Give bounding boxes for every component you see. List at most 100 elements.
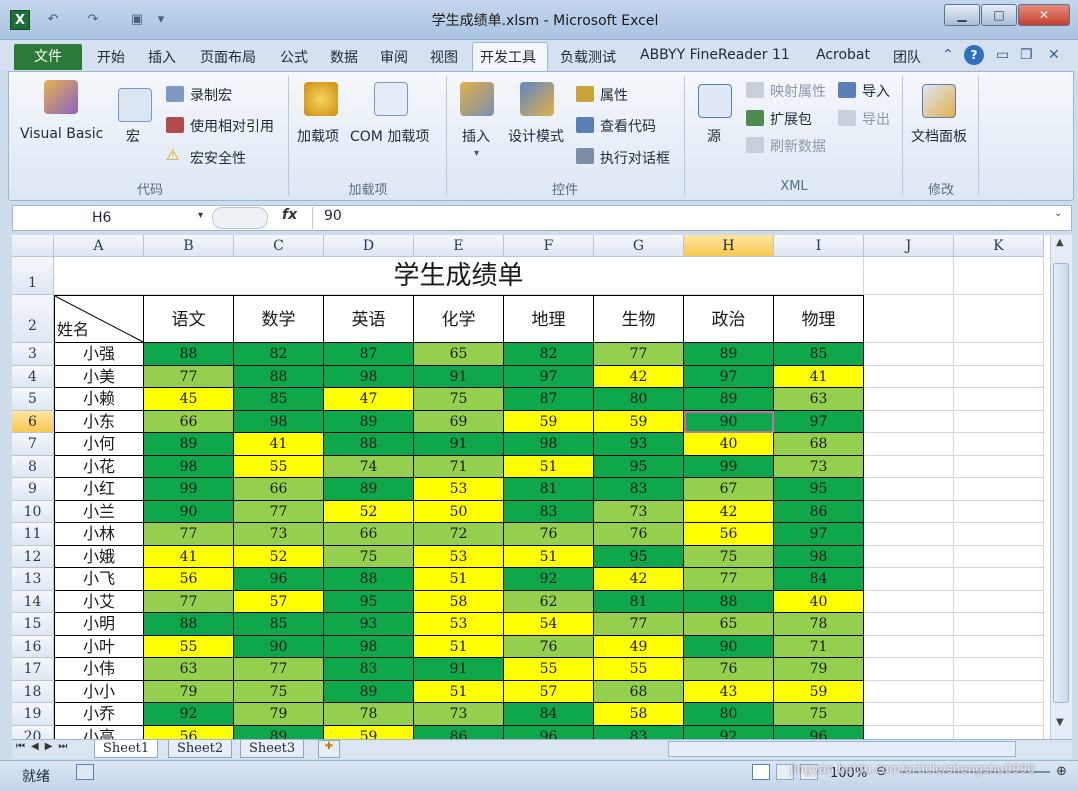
score-cell[interactable]: 80	[684, 703, 774, 726]
score-cell[interactable]: 81	[594, 590, 684, 613]
com-addins-button[interactable]: COM 加载项	[350, 126, 429, 146]
score-cell[interactable]: 81	[504, 478, 594, 501]
score-cell[interactable]: 66	[324, 523, 414, 546]
score-cell[interactable]: 55	[594, 658, 684, 681]
row-header-2[interactable]: 2	[12, 295, 54, 343]
grid-cell[interactable]	[864, 455, 954, 478]
row-header-6[interactable]: 6	[12, 410, 54, 433]
score-cell[interactable]: 56	[144, 725, 234, 739]
sheet-title[interactable]: 学生成绩单	[54, 257, 864, 295]
row-header-7[interactable]: 7	[12, 433, 54, 456]
score-cell[interactable]: 83	[594, 725, 684, 739]
score-cell[interactable]: 53	[414, 478, 504, 501]
grid-cell[interactable]	[864, 295, 954, 343]
score-cell[interactable]: 67	[684, 478, 774, 501]
score-cell[interactable]: 77	[144, 365, 234, 388]
score-cell[interactable]: 75	[234, 680, 324, 703]
sheet-tab-3[interactable]: Sheet3	[240, 740, 305, 758]
grid-cell[interactable]	[864, 725, 954, 739]
score-cell[interactable]: 77	[234, 500, 324, 523]
grid-cell[interactable]	[864, 500, 954, 523]
score-cell[interactable]: 50	[414, 500, 504, 523]
score-cell[interactable]: 40	[774, 590, 864, 613]
maximize-button[interactable]: □	[981, 4, 1017, 26]
tab-acrobat[interactable]: Acrobat	[816, 47, 870, 63]
score-cell[interactable]: 99	[144, 478, 234, 501]
column-header-g[interactable]: G	[594, 235, 684, 257]
subject-header[interactable]: 英语	[324, 295, 414, 343]
score-cell[interactable]: 52	[324, 500, 414, 523]
score-cell[interactable]: 59	[774, 680, 864, 703]
score-cell[interactable]: 77	[684, 568, 774, 591]
grid-cell[interactable]	[864, 410, 954, 433]
grid-cell[interactable]	[954, 613, 1044, 636]
column-header-h[interactable]: H	[684, 235, 774, 257]
score-cell[interactable]: 86	[774, 500, 864, 523]
undo-icon[interactable]: ↶	[44, 12, 62, 28]
sheet-nav-icons[interactable]: ⏮◀▶⏭	[16, 741, 73, 752]
score-cell[interactable]: 58	[414, 590, 504, 613]
score-cell[interactable]: 53	[414, 613, 504, 636]
doc-close-icon[interactable]: ✕	[1048, 47, 1060, 63]
name-header-cell[interactable]: 姓名	[54, 295, 145, 344]
score-cell[interactable]: 83	[594, 478, 684, 501]
export-button[interactable]: 导出	[862, 109, 890, 129]
score-cell[interactable]: 78	[774, 613, 864, 636]
column-header-j[interactable]: J	[864, 235, 954, 257]
student-name[interactable]: 小何	[54, 433, 144, 456]
score-cell[interactable]: 95	[594, 545, 684, 568]
grid-cell[interactable]	[954, 725, 1044, 739]
score-cell[interactable]: 56	[144, 568, 234, 591]
score-cell[interactable]: 75	[324, 545, 414, 568]
score-cell[interactable]: 77	[144, 523, 234, 546]
grid-cell[interactable]	[864, 478, 954, 501]
score-cell[interactable]: 89	[324, 680, 414, 703]
score-cell[interactable]: 89	[684, 388, 774, 411]
student-name[interactable]: 小赖	[54, 388, 144, 411]
name-box[interactable]: H6	[14, 207, 210, 229]
score-cell[interactable]: 77	[234, 658, 324, 681]
grid-cell[interactable]	[864, 343, 954, 366]
score-cell[interactable]: 85	[234, 613, 324, 636]
import-button[interactable]: 导入	[862, 81, 890, 101]
subject-header[interactable]: 物理	[774, 295, 864, 343]
row-header-8[interactable]: 8	[12, 455, 54, 478]
score-cell[interactable]: 91	[414, 658, 504, 681]
score-cell[interactable]: 42	[684, 500, 774, 523]
score-cell[interactable]: 89	[234, 725, 324, 739]
score-cell[interactable]: 76	[594, 523, 684, 546]
score-cell[interactable]: 69	[414, 410, 504, 433]
row-header-3[interactable]: 3	[12, 343, 54, 366]
row-header-10[interactable]: 10	[12, 500, 54, 523]
student-name[interactable]: 小小	[54, 680, 144, 703]
tab-load-test[interactable]: 负载测试	[560, 47, 616, 67]
score-cell[interactable]: 71	[774, 635, 864, 658]
tab-team[interactable]: 团队	[893, 47, 921, 67]
score-cell[interactable]: 57	[504, 680, 594, 703]
grid-cell[interactable]	[864, 613, 954, 636]
active-cell[interactable]: 90	[684, 410, 774, 433]
scroll-thumb[interactable]	[1053, 263, 1069, 703]
score-cell[interactable]: 73	[594, 500, 684, 523]
score-cell[interactable]: 73	[774, 455, 864, 478]
grid-cell[interactable]	[864, 545, 954, 568]
addins-button[interactable]: 加载项	[297, 126, 339, 146]
customize-quick-access-icon[interactable]: ▾	[152, 12, 170, 28]
grid-cell[interactable]	[864, 523, 954, 546]
excel-app-icon[interactable]: X	[10, 10, 30, 30]
score-cell[interactable]: 99	[684, 455, 774, 478]
column-header-k[interactable]: K	[954, 235, 1044, 257]
subject-header[interactable]: 数学	[234, 295, 324, 343]
tab-page-layout[interactable]: 页面布局	[200, 47, 256, 67]
score-cell[interactable]: 75	[684, 545, 774, 568]
score-cell[interactable]: 88	[234, 365, 324, 388]
score-cell[interactable]: 98	[234, 410, 324, 433]
grid-cell[interactable]	[864, 365, 954, 388]
vertical-scrollbar[interactable]: ▲ ▼	[1050, 235, 1072, 739]
score-cell[interactable]: 90	[234, 635, 324, 658]
score-cell[interactable]: 83	[324, 658, 414, 681]
score-cell[interactable]: 77	[594, 343, 684, 366]
grid-cell[interactable]	[954, 388, 1044, 411]
run-dialog-button[interactable]: 执行对话框	[600, 148, 670, 168]
student-name[interactable]: 小乔	[54, 703, 144, 726]
